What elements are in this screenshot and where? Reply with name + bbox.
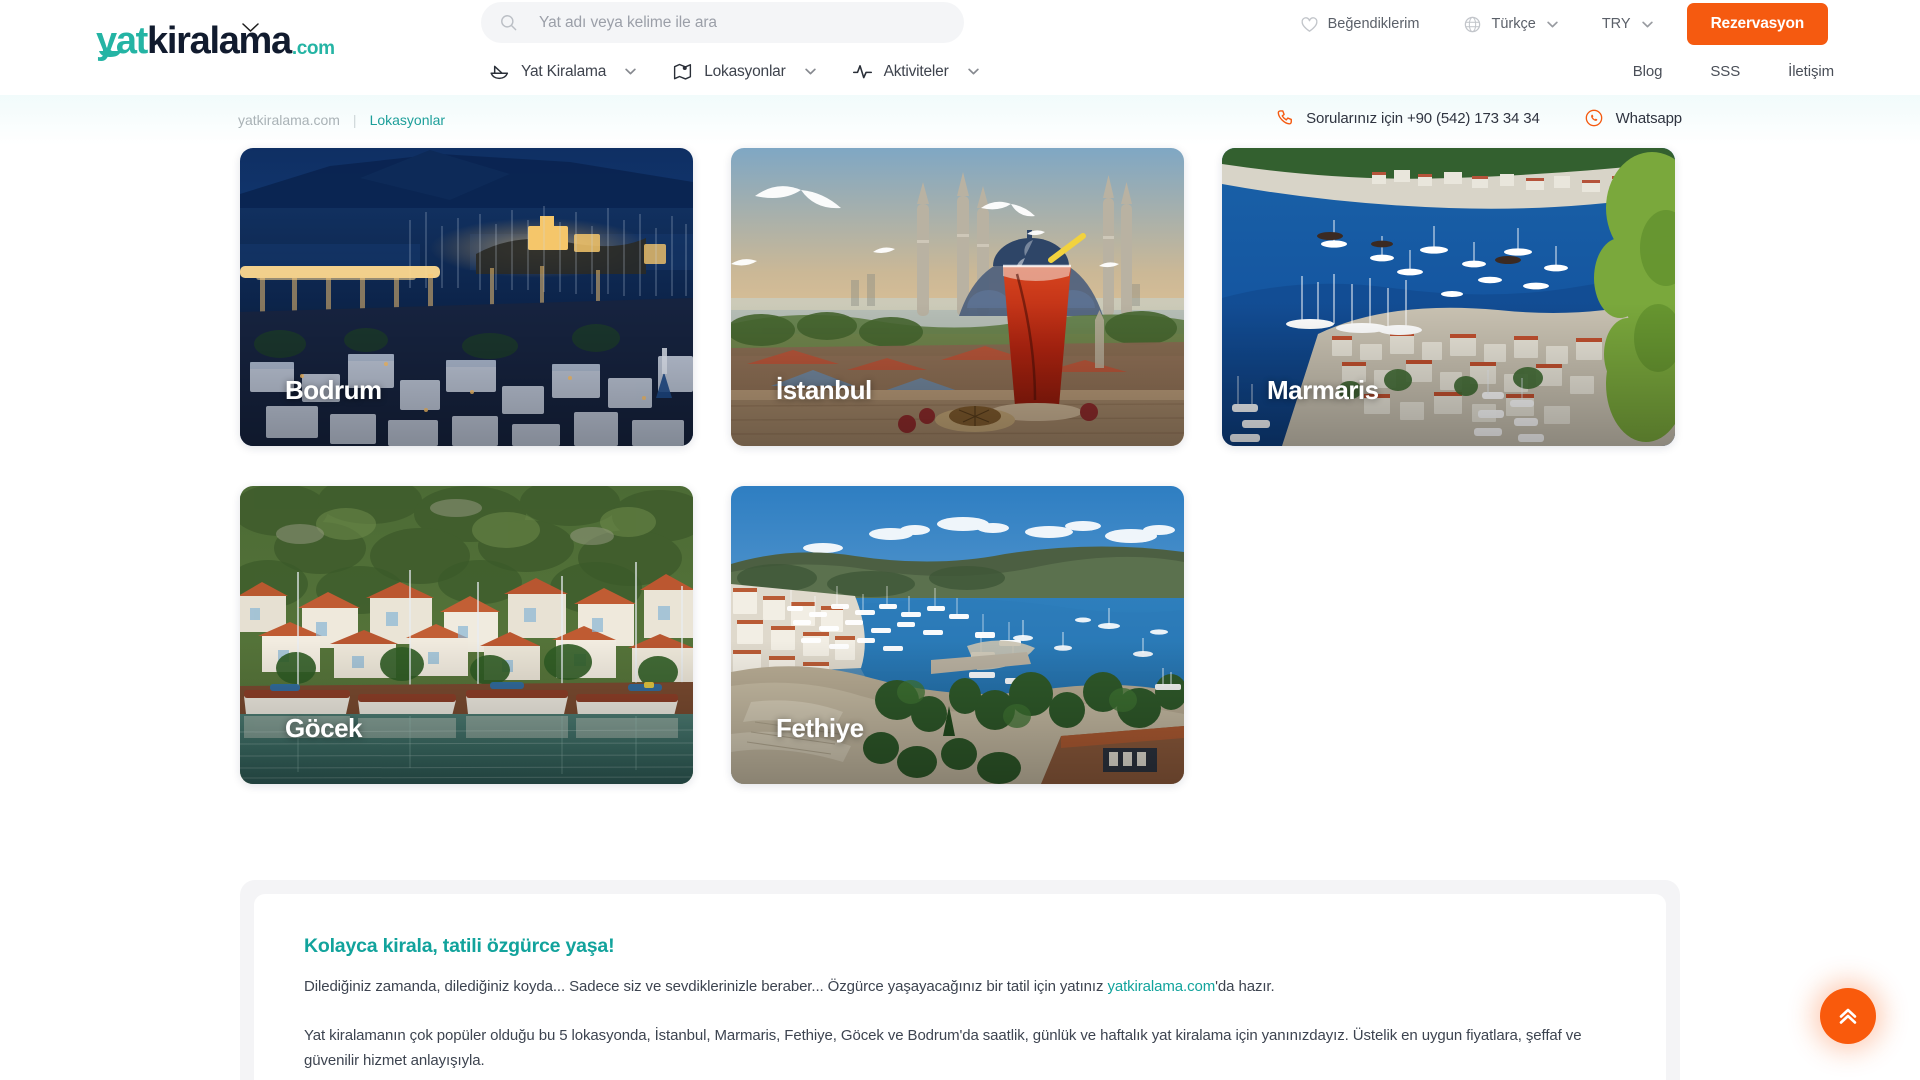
nav-link-blog[interactable]: Blog <box>1633 63 1663 80</box>
paragraph-1-text-after: 'da hazır. <box>1215 978 1274 995</box>
info-panel: Kolayca kirala, tatili özgürce yaşa! Dil… <box>240 880 1680 1080</box>
location-card-marmaris[interactable]: Marmaris <box>1222 148 1675 446</box>
contact-group: Sorularınız için +90 (542) 173 34 34 Wha… <box>1274 108 1682 128</box>
info-panel-paragraph-2: Yat kiralamanın çok popüler olduğu bu 5 … <box>304 1024 1616 1073</box>
location-name: Göcek <box>285 713 362 744</box>
location-name: İstanbul <box>776 375 872 406</box>
location-card-istanbul[interactable]: İstanbul <box>731 148 1184 446</box>
info-panel-card: Kolayca kirala, tatili özgürce yaşa! Dil… <box>254 894 1666 1080</box>
main-navigation: Yat Kiralama Lokasyonlar Ak <box>0 48 1920 95</box>
info-panel-title: Kolayca kirala, tatili özgürce yaşa! <box>304 935 1616 958</box>
nav-label: Lokasyonlar <box>704 63 785 81</box>
nav-link-iletisim[interactable]: İletişim <box>1788 63 1834 80</box>
boat-icon <box>489 61 510 82</box>
breadcrumb-bar: yatkiralama.com | Lokasyonlar Sorularını… <box>0 95 1920 145</box>
whatsapp-icon <box>1584 108 1604 128</box>
location-name: Marmaris <box>1267 375 1379 406</box>
nav-item-lokasyonlar[interactable]: Lokasyonlar <box>672 61 815 82</box>
globe-icon <box>1463 15 1482 34</box>
chevron-down-icon <box>625 68 636 75</box>
location-name: Bodrum <box>285 375 382 406</box>
favorites-button[interactable]: Beğendiklerim <box>1300 15 1420 34</box>
location-name: Fethiye <box>776 713 864 744</box>
phone-label: Sorularınız için +90 (542) 173 34 34 <box>1306 110 1540 127</box>
search-placeholder: Yat adı veya kelime ile ara <box>539 14 717 32</box>
reservation-button[interactable]: Rezervasyon <box>1687 3 1828 45</box>
nav-label: Yat Kiralama <box>521 63 606 81</box>
breadcrumb-separator: | <box>353 112 357 128</box>
locations-grid: Bodrum <box>240 145 1680 784</box>
nav-label: Aktiviteler <box>884 63 949 81</box>
breadcrumb-root[interactable]: yatkiralama.com <box>238 112 340 128</box>
nav-item-yat-kiralama[interactable]: Yat Kiralama <box>489 61 636 82</box>
breadcrumb: yatkiralama.com | Lokasyonlar <box>238 112 445 128</box>
chevron-down-icon <box>968 68 979 75</box>
double-chevron-up-icon <box>1836 1004 1860 1028</box>
bird-accent-icon <box>242 23 259 32</box>
heart-icon <box>1300 15 1319 34</box>
site-header: yat kiralama .com Yat adı veya kelime il… <box>0 0 1920 95</box>
scroll-to-top-button[interactable] <box>1820 988 1876 1044</box>
header-actions: Beğendiklerim Türkçe TRY Rezervasyon <box>1300 0 1920 48</box>
language-selector[interactable]: Türkçe <box>1463 15 1557 34</box>
search-input[interactable]: Yat adı veya kelime ile ara <box>481 2 964 43</box>
paragraph-1-text-before: Dilediğiniz zamanda, dilediğiniz koyda..… <box>304 978 1107 995</box>
map-pin-icon <box>672 61 693 82</box>
nav-link-sss[interactable]: SSS <box>1710 63 1740 80</box>
nav-primary-group: Yat Kiralama Lokasyonlar Ak <box>489 61 979 82</box>
currency-selector[interactable]: TRY <box>1602 16 1653 32</box>
nav-secondary-group: Blog SSS İletişim <box>1633 63 1834 80</box>
info-panel-paragraph-1: Dilediğiniz zamanda, dilediğiniz koyda..… <box>304 975 1616 999</box>
currency-label: TRY <box>1602 16 1631 32</box>
location-card-bodrum[interactable]: Bodrum <box>240 148 693 446</box>
nav-item-aktiviteler[interactable]: Aktiviteler <box>852 61 979 82</box>
phone-contact[interactable]: Sorularınız için +90 (542) 173 34 34 <box>1274 108 1540 128</box>
breadcrumb-current[interactable]: Lokasyonlar <box>370 112 446 128</box>
whatsapp-contact[interactable]: Whatsapp <box>1584 108 1682 128</box>
whatsapp-label: Whatsapp <box>1616 110 1682 127</box>
search-icon <box>499 13 518 32</box>
location-card-fethiye[interactable]: Fethiye <box>731 486 1184 784</box>
activity-pulse-icon <box>852 61 873 82</box>
yatkiralama-link[interactable]: yatkiralama.com <box>1107 978 1215 995</box>
chevron-down-icon <box>1642 21 1653 28</box>
phone-icon <box>1274 108 1294 128</box>
favorites-label: Beğendiklerim <box>1328 16 1420 32</box>
language-label: Türkçe <box>1491 16 1535 32</box>
chevron-down-icon <box>805 68 816 75</box>
location-card-gocek[interactable]: Göcek <box>240 486 693 784</box>
chevron-down-icon <box>1547 21 1558 28</box>
